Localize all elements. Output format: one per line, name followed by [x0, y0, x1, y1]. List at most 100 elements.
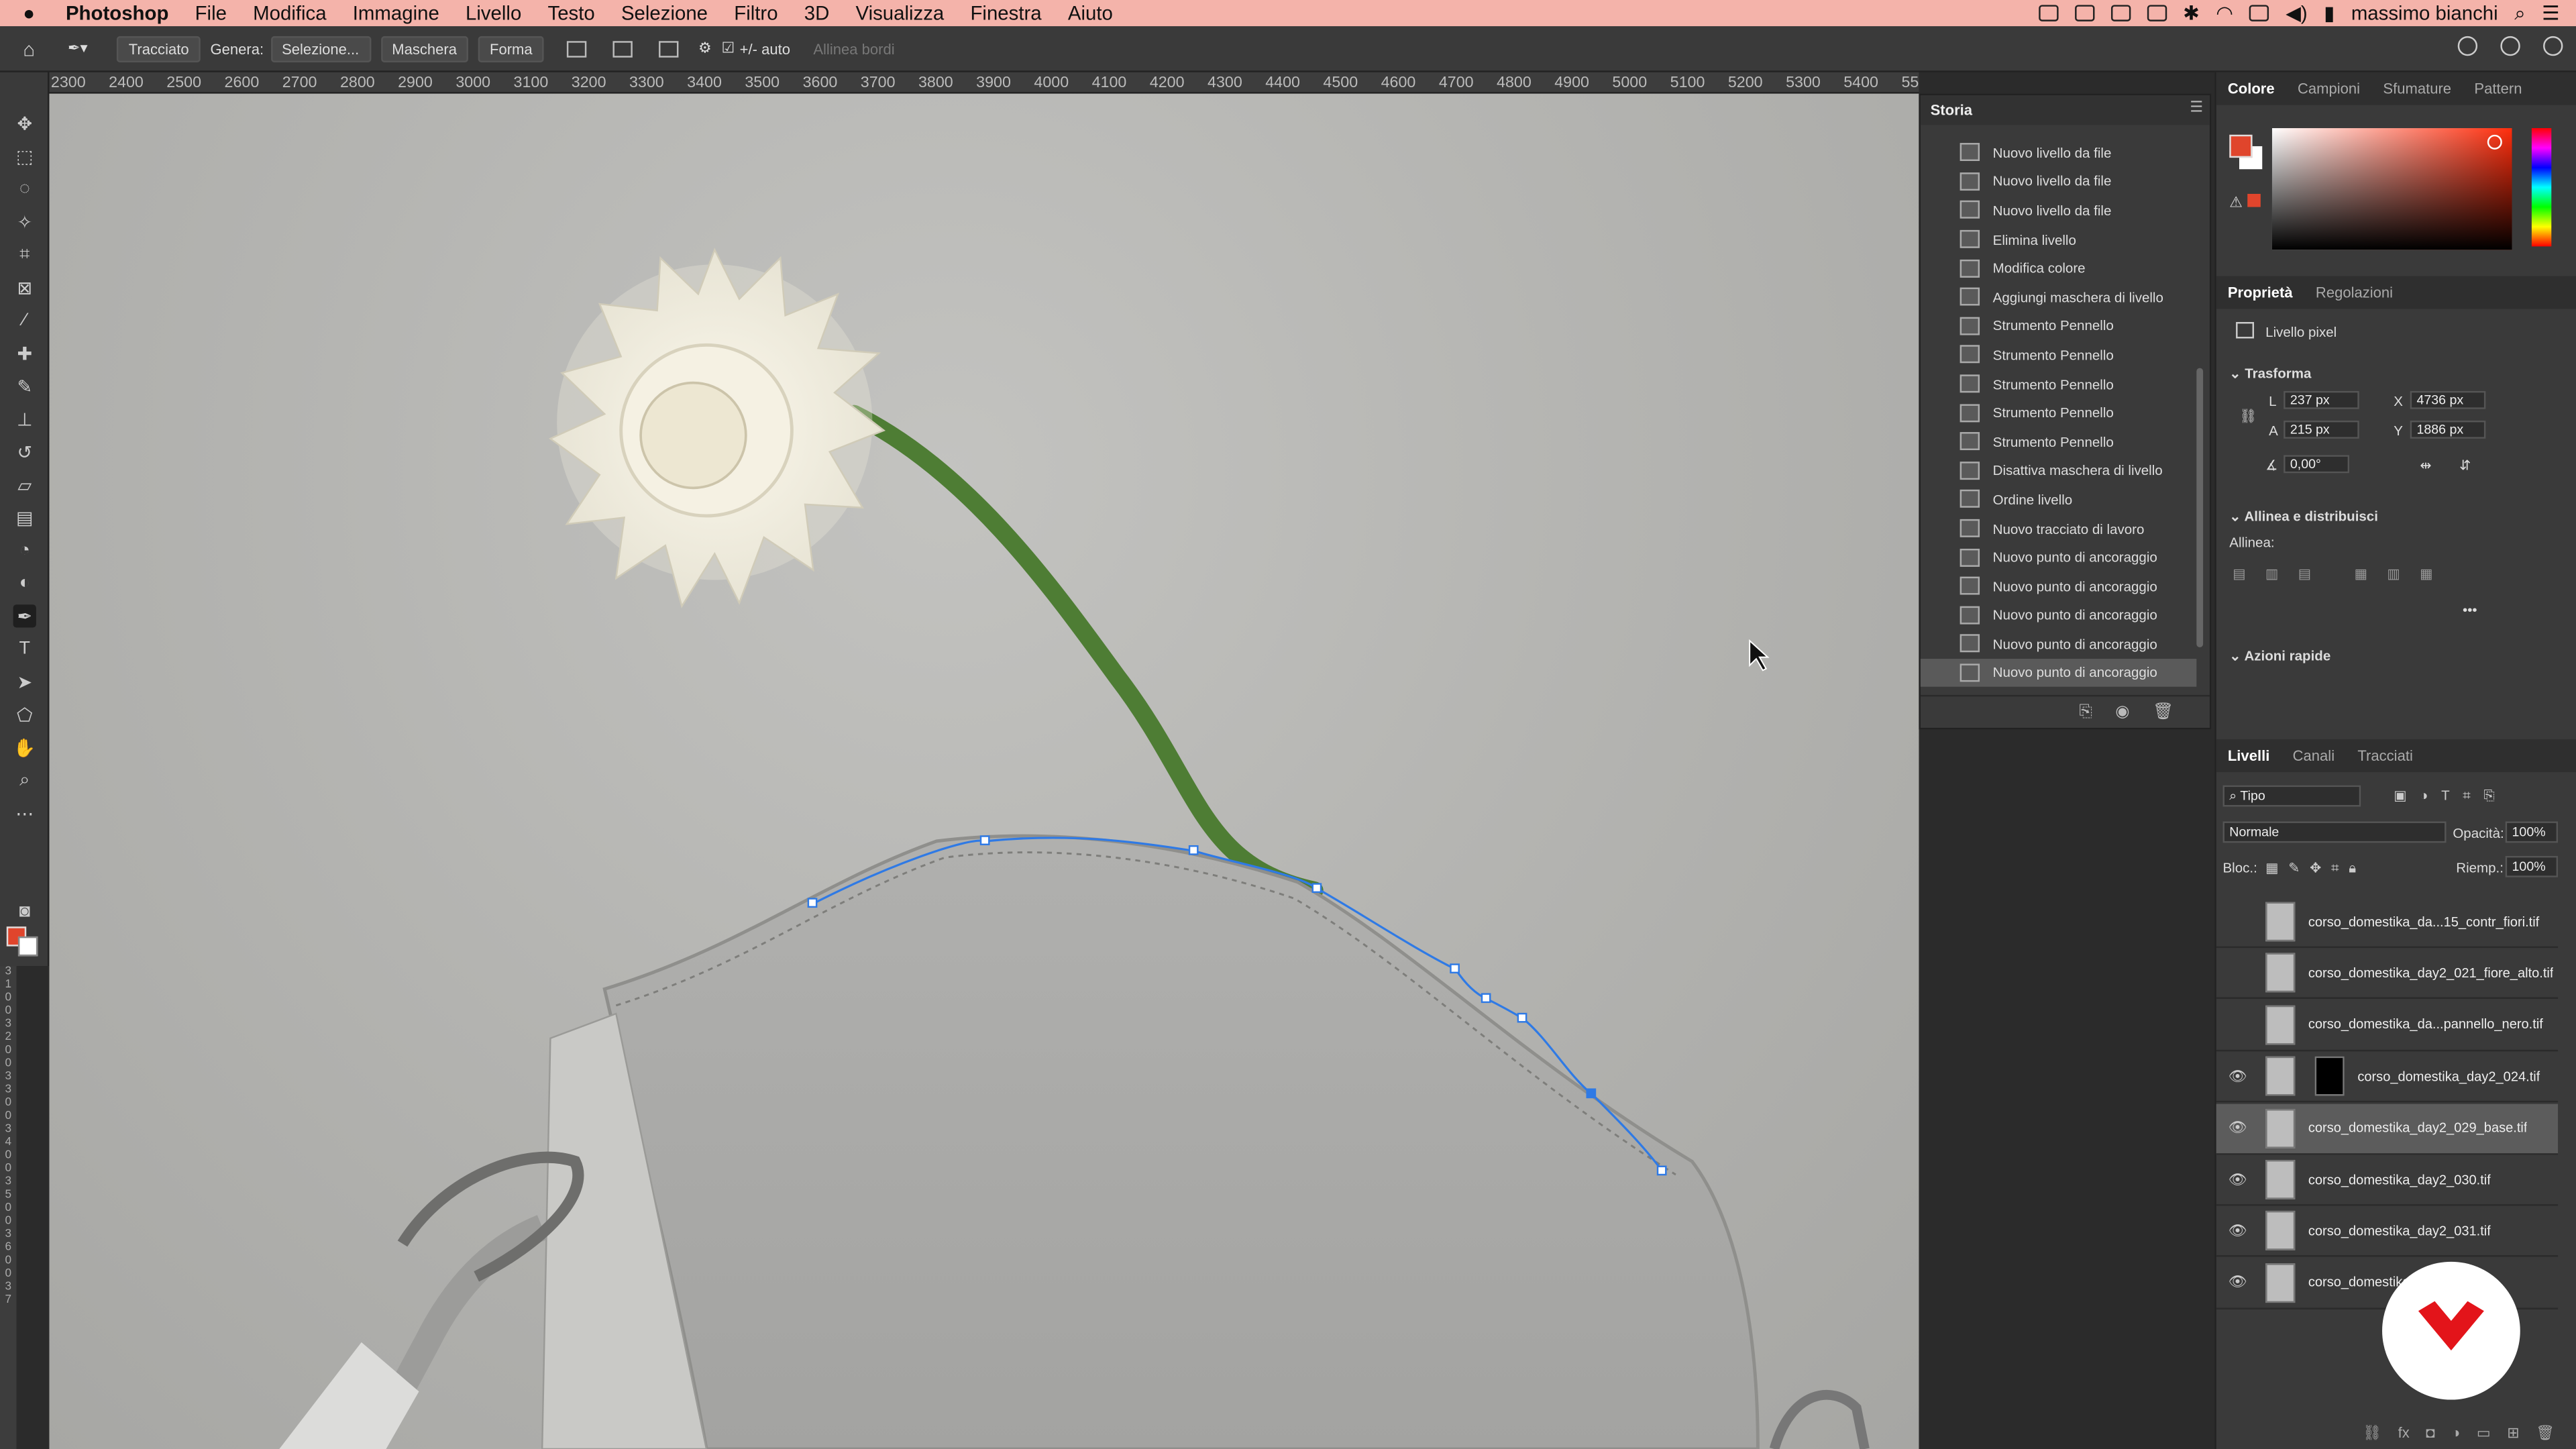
menu-app-name[interactable]: Photoshop	[66, 1, 168, 24]
history-item[interactable]: Nuovo livello da file	[1921, 196, 2196, 225]
menu-selezione[interactable]: Selezione	[621, 1, 708, 24]
shape-button[interactable]: Forma	[478, 35, 544, 62]
gear-icon[interactable]: ⚙	[698, 40, 712, 58]
history-item[interactable]: Nuovo punto di ancoraggio	[1921, 600, 2196, 629]
layer-row[interactable]: 👁︎ corso_domestika_day2_030.tif	[2216, 1155, 2559, 1206]
eraser-tool-icon[interactable]: ▱	[13, 473, 36, 496]
more-options-icon[interactable]: •••	[2463, 601, 2477, 617]
layer-row[interactable]: corso_domestika_day2_021_fiore_alto.tif	[2216, 949, 2559, 1000]
eyedropper-tool-icon[interactable]: ⁄	[13, 309, 36, 331]
menu-file[interactable]: File	[195, 1, 227, 24]
auto-add-checkbox[interactable]: ☑	[722, 40, 735, 58]
angle-field[interactable]: 0,00°	[2284, 455, 2350, 474]
hand-tool-icon[interactable]: ✋	[13, 736, 36, 759]
status-icon[interactable]	[2038, 5, 2058, 21]
history-item[interactable]: Elimina livello	[1921, 225, 2196, 254]
control-center-icon[interactable]: ☰	[2542, 1, 2559, 24]
gradient-tool-icon[interactable]: ▤	[13, 506, 36, 529]
menu-aiuto[interactable]: Aiuto	[1068, 1, 1113, 24]
menu-modifica[interactable]: Modifica	[253, 1, 326, 24]
user-name[interactable]: massimo bianchi	[2351, 1, 2498, 24]
history-item[interactable]: Disattiva maschera di livello	[1921, 456, 2196, 485]
layer-filter-icons[interactable]: ▣◑T⌗⎘	[2394, 787, 2508, 805]
history-item[interactable]: Nuovo tracciato di lavoro	[1921, 514, 2196, 543]
history-item[interactable]: Nuovo punto di ancoraggio	[1920, 658, 2197, 688]
frame-tool-icon[interactable]: ⊠	[13, 276, 36, 299]
stamp-tool-icon[interactable]: ⊥	[13, 407, 36, 430]
history-menu-icon[interactable]: ☰	[2190, 99, 2203, 117]
new-document-from-state-icon[interactable]: ⎘	[2079, 703, 2092, 721]
tab-tracciati[interactable]: Tracciati	[2346, 747, 2424, 763]
path-selection-tool-icon[interactable]: ➤	[13, 670, 36, 693]
screen-icon[interactable]	[2074, 5, 2094, 21]
visibility-eye-icon[interactable]: 👁︎	[2226, 1067, 2249, 1085]
healing-tool-icon[interactable]: ✚	[13, 341, 36, 364]
blend-mode-select[interactable]: Normale	[2222, 821, 2447, 843]
search-icon[interactable]	[2457, 36, 2478, 56]
menu-finestra[interactable]: Finestra	[970, 1, 1041, 24]
lock-icons[interactable]: ▦✎✥⌗🔒︎	[2265, 859, 2366, 877]
background-color-swatch[interactable]	[17, 936, 38, 957]
path-operations-icon[interactable]	[567, 40, 587, 57]
home-icon[interactable]: ⌂	[23, 37, 35, 60]
new-layer-icon[interactable]: ⊞	[2507, 1424, 2519, 1442]
history-item[interactable]: Strumento Pennello	[1921, 340, 2196, 369]
history-item[interactable]: Aggiungi maschera di livello	[1921, 282, 2196, 311]
document-canvas[interactable]	[49, 93, 1919, 1449]
link-layers-icon[interactable]: ⛓	[2363, 1424, 2381, 1442]
fill-field[interactable]: 100%	[2505, 855, 2559, 877]
history-tab[interactable]: Storia	[1920, 95, 2210, 125]
history-item[interactable]: Nuovo livello da file	[1921, 138, 2196, 167]
time-machine-icon[interactable]	[2147, 5, 2167, 21]
marquee-tool-icon[interactable]: ⬚	[13, 145, 36, 168]
cloud-icon[interactable]	[2110, 5, 2131, 21]
menu-filtro[interactable]: Filtro	[734, 1, 777, 24]
layer-row[interactable]: 👁︎ corso_domestika_day2_024.tif	[2216, 1052, 2559, 1103]
share-icon[interactable]	[2543, 36, 2563, 56]
brush-tool-icon[interactable]: ✎	[13, 374, 36, 397]
lasso-tool-icon[interactable]: ◌	[13, 177, 36, 200]
color-field[interactable]	[2271, 128, 2512, 250]
menu-visualizza[interactable]: Visualizza	[856, 1, 945, 24]
visibility-eye-icon[interactable]: 👁︎	[2226, 1171, 2249, 1189]
bluetooth-icon[interactable]: ✱	[2183, 1, 2200, 24]
selection-button[interactable]: Selezione...	[270, 35, 371, 62]
width-field[interactable]: 237 px	[2284, 390, 2359, 409]
history-item[interactable]: Nuovo punto di ancoraggio	[1921, 629, 2196, 658]
apple-icon[interactable]: ●	[23, 1, 46, 24]
align-edges-label[interactable]: Allinea bordi	[813, 40, 894, 56]
flip-vertical-icon[interactable]: ⇵	[2459, 457, 2471, 473]
wifi-icon[interactable]: ◠	[2216, 1, 2233, 24]
workspace-icon[interactable]	[2500, 36, 2520, 56]
history-item[interactable]: Strumento Pennello	[1921, 427, 2196, 456]
history-item[interactable]: Strumento Pennello	[1921, 311, 2196, 340]
more-tools-icon[interactable]: ⋯	[13, 802, 36, 824]
new-group-icon[interactable]: ▭	[2477, 1424, 2491, 1442]
delete-layer-icon[interactable]: 🗑︎	[2536, 1424, 2555, 1442]
visibility-eye-icon[interactable]: 👁︎	[2226, 1274, 2249, 1292]
zoom-tool-icon[interactable]: ⌕	[13, 769, 36, 792]
hue-slider[interactable]	[2531, 128, 2552, 247]
flag-icon[interactable]: ▮	[2324, 1, 2334, 24]
quick-mask-icon[interactable]: ◙	[13, 900, 36, 923]
menu-livello[interactable]: Livello	[466, 1, 521, 24]
path-alignment-icon[interactable]	[612, 40, 633, 57]
volume-icon[interactable]: ◀)	[2286, 1, 2307, 24]
history-item[interactable]: Ordine livello	[1921, 485, 2196, 514]
mode-select[interactable]: Tracciato	[117, 35, 201, 62]
history-item[interactable]: Nuovo punto di ancoraggio	[1921, 543, 2196, 572]
path-arrangement-icon[interactable]	[659, 40, 679, 57]
shape-tool-icon[interactable]: ⬠	[13, 703, 36, 726]
gamut-warning-icon[interactable]: ⚠	[2229, 193, 2261, 212]
menu-3d[interactable]: 3D	[804, 1, 830, 24]
history-item[interactable]: Strumento Pennello	[1921, 398, 2196, 427]
tab-canali[interactable]: Canali	[2281, 747, 2346, 763]
link-icon[interactable]: ⛓	[2239, 407, 2257, 425]
move-tool-icon[interactable]: ✥	[13, 112, 36, 135]
trash-icon[interactable]: 🗑︎	[2153, 703, 2174, 721]
layer-row[interactable]: 👁︎ corso_domestika_day2_031.tif	[2216, 1207, 2559, 1258]
align-buttons[interactable]: ▤▥▤ ▦▥▦	[2233, 565, 2453, 581]
dodge-tool-icon[interactable]: ◐	[13, 572, 36, 594]
pen-tool-preset-icon[interactable]: ✒▾	[68, 40, 88, 58]
x-field[interactable]: 4736 px	[2410, 390, 2486, 409]
